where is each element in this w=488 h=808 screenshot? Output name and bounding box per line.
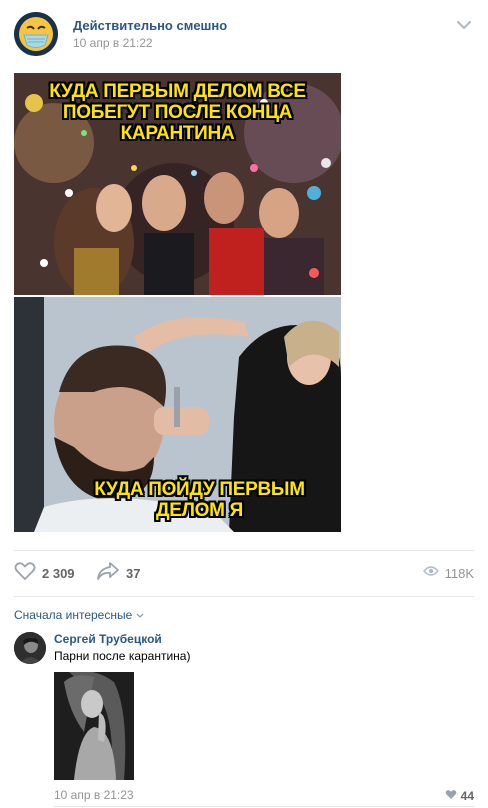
post-header: Действительно смешно 10 апр в 21:22: [14, 12, 474, 60]
share-count: 37: [126, 565, 141, 581]
comment-author[interactable]: Сергей Трубецкой: [54, 632, 162, 646]
post-actions: 2 309 37 118K: [14, 560, 474, 586]
like-count: 2 309: [42, 565, 75, 581]
heart-outline-icon: [14, 561, 36, 586]
heart-filled-icon: [445, 787, 457, 805]
comment-image[interactable]: [54, 672, 134, 780]
views-count: 118K: [444, 565, 474, 581]
share-button[interactable]: 37: [96, 560, 140, 586]
share-arrow-icon: [96, 561, 120, 586]
comment-text: Парни после карантина): [54, 649, 191, 663]
post-image-barber[interactable]: КУДА ПОЙДУ ПЕРВЫМ ДЕЛОМ Я: [14, 297, 341, 532]
community-avatar[interactable]: [14, 12, 58, 56]
post-date[interactable]: 10 апр в 21:22: [73, 36, 153, 50]
comment-avatar[interactable]: [14, 632, 46, 664]
comment-date[interactable]: 10 апр в 21:23: [54, 788, 134, 802]
eye-icon: [422, 564, 439, 582]
post-image-party[interactable]: КУДА ПЕРВЫМ ДЕЛОМ ВСЕ ПОБЕГУТ ПОСЛЕ КОНЦ…: [14, 73, 341, 295]
post-author[interactable]: Действительно смешно: [73, 18, 227, 33]
post-divider: [14, 550, 474, 551]
actions-divider: [14, 596, 474, 597]
image-caption-top: КУДА ПЕРВЫМ ДЕЛОМ ВСЕ ПОБЕГУТ ПОСЛЕ КОНЦ…: [49, 81, 306, 144]
like-button[interactable]: 2 309: [14, 560, 75, 586]
comments-sort-dropdown[interactable]: Сначала интересные: [14, 608, 144, 622]
chevron-down-icon[interactable]: [456, 18, 472, 32]
comment-like-button[interactable]: 44: [445, 787, 474, 805]
comment-like-count: 44: [460, 789, 474, 803]
image-caption-bottom: КУДА ПОЙДУ ПЕРВЫМ ДЕЛОМ Я: [94, 479, 305, 521]
views-counter: 118K: [422, 560, 474, 586]
chevron-down-icon: [136, 608, 144, 622]
comments-sort-label: Сначала интересные: [14, 608, 133, 622]
comment-divider: [54, 806, 474, 807]
